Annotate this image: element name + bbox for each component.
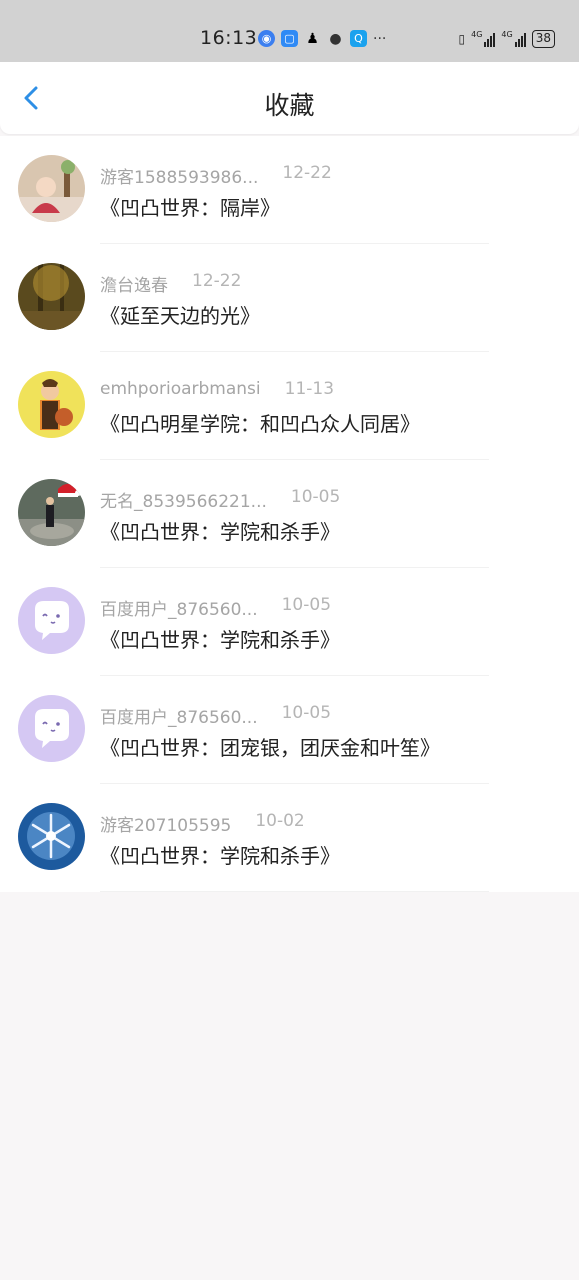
list-item[interactable]: 百度用户_876560... 10-05 《凹凸世界：学院和杀手》	[0, 568, 579, 676]
date: 10-05	[281, 703, 332, 723]
date: 10-05	[290, 487, 341, 507]
app-notification-icon: ▢	[281, 30, 298, 47]
signal-2-icon: 4G	[501, 31, 526, 47]
username: emhporioarbmansi	[100, 379, 261, 399]
vibrate-icon: ▯	[458, 32, 466, 46]
date: 12-22	[192, 271, 242, 291]
header: 收藏	[0, 62, 579, 134]
favorites-list: 游客1588593986... 12-22 《凹凸世界：隔岸》 澹台逸春 12-…	[0, 136, 579, 892]
notification-icons: ◉ ▢ ♟ ● Q ···	[258, 30, 386, 47]
book-title: 《凹凸世界：学院和杀手》	[100, 628, 340, 652]
more-notifications-icon: ···	[373, 30, 387, 47]
list-item[interactable]: 无名_8539566221... 10-05 《凹凸世界：学院和杀手》	[0, 460, 579, 568]
username: 游客207105595	[100, 816, 232, 836]
username: 百度用户_876560...	[100, 600, 258, 620]
browser-icon: ◉	[258, 30, 275, 47]
avatar	[18, 695, 85, 762]
list-item[interactable]: 澹台逸春 12-22 《延至天边的光》	[0, 244, 579, 352]
system-icons: ▯ 4G 4G 38	[459, 30, 555, 48]
list-item[interactable]: 游客1588593986... 12-22 《凹凸世界：隔岸》	[0, 136, 579, 244]
date: 12-22	[282, 163, 332, 183]
book-title: 《凹凸世界：学院和杀手》	[100, 844, 340, 868]
divider	[100, 891, 489, 892]
book-title: 《凹凸世界：隔岸》	[100, 196, 280, 220]
signal-1-icon: 4G	[471, 31, 496, 47]
date: 10-02	[255, 811, 305, 831]
list-item[interactable]: 游客207105595 10-02 《凹凸世界：学院和杀手》	[0, 784, 579, 892]
username: 游客1588593986...	[100, 168, 259, 188]
book-title: 《延至天边的光》	[100, 304, 260, 328]
avatar	[18, 587, 85, 654]
book-title: 《凹凸世界：团宠银，团厌金和叶笙》	[100, 736, 440, 760]
username: 无名_8539566221...	[100, 492, 267, 512]
wechat-icon: ●	[329, 30, 342, 47]
list-item[interactable]: 百度用户_876560... 10-05 《凹凸世界：团宠银，团厌金和叶笙》	[0, 676, 579, 784]
avatar	[18, 371, 85, 438]
status-bar: 16:13 ◉ ▢ ♟ ● Q ··· ▯ 4G 4G 38	[0, 0, 579, 62]
date: 11-13	[284, 379, 335, 399]
username: 澹台逸春	[100, 276, 168, 296]
battery-icon: 38	[531, 30, 555, 48]
search-app-icon: Q	[350, 30, 367, 47]
avatar	[18, 479, 85, 546]
book-title: 《凹凸明星学院：和凹凸众人同居》	[100, 412, 420, 436]
avatar	[18, 155, 85, 222]
page-title: 收藏	[264, 91, 315, 120]
list-item[interactable]: emhporioarbmansi 11-13 《凹凸明星学院：和凹凸众人同居》	[0, 352, 579, 460]
username: 百度用户_876560...	[100, 708, 258, 728]
avatar	[18, 803, 85, 870]
qq-icon: ♟	[306, 30, 319, 47]
book-title: 《凹凸世界：学院和杀手》	[100, 520, 340, 544]
avatar	[18, 263, 85, 330]
date: 10-05	[281, 595, 332, 615]
status-time: 16:13	[200, 27, 258, 49]
